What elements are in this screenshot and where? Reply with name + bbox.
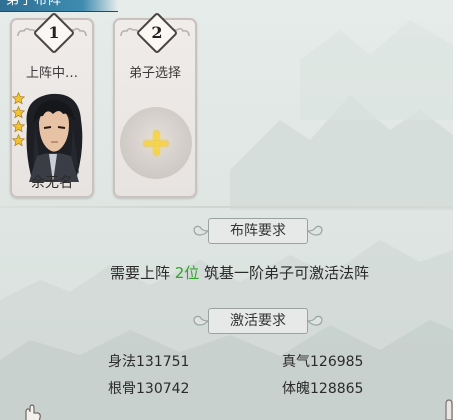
requirement-count: 2位 (174, 264, 200, 282)
slot-status: 弟子选择 (128, 66, 181, 81)
star-rating (12, 92, 26, 148)
formation-requirement-header: 布阵要求 (190, 218, 326, 244)
section-divider (0, 206, 453, 208)
requirement-prefix: 需要上阵 (109, 264, 175, 282)
formation-slot-1[interactable]: 1 上阵中… 余无名 (10, 11, 94, 198)
panel-title: 弟子布阵 (6, 0, 63, 8)
stat-constitution: 根骨130742 (108, 381, 190, 397)
add-disciple-button[interactable] (120, 107, 192, 179)
slot-number: 1 (48, 23, 60, 42)
stat-agility: 身法131751 (108, 354, 190, 370)
slot-number-badge: 1 (32, 11, 76, 55)
stat-true-qi: 真气126985 (282, 354, 364, 370)
formation-requirement-text: 需要上阵 2位 筑基一阶弟子可激活法阵 (0, 262, 453, 283)
section-title: 激活要求 (208, 308, 308, 334)
slot-status: 上阵中… (25, 66, 78, 81)
section-title: 布阵要求 (208, 218, 308, 244)
cloud-ornament-icon (306, 315, 323, 326)
formation-slot-2[interactable]: 2 弟子选择 (113, 11, 197, 198)
requirement-suffix: 筑基一阶弟子可激活法阵 (199, 264, 370, 282)
slot-number-badge: 2 (135, 11, 179, 55)
character-name: 余无名 (31, 175, 73, 191)
panel-title-ribbon: 弟子布阵 (0, 0, 118, 12)
star-icon (12, 120, 25, 133)
plus-icon (144, 131, 168, 155)
star-icon (12, 134, 25, 147)
activation-requirement-header: 激活要求 (190, 308, 326, 334)
cloud-ornament-icon (306, 225, 323, 236)
stat-physique: 体魄128865 (282, 381, 364, 397)
hand-pointer-icon (25, 404, 41, 420)
slot-number: 2 (151, 23, 163, 42)
star-icon (12, 106, 25, 119)
star-icon (12, 92, 25, 105)
corner-ornament-icon (445, 399, 453, 420)
